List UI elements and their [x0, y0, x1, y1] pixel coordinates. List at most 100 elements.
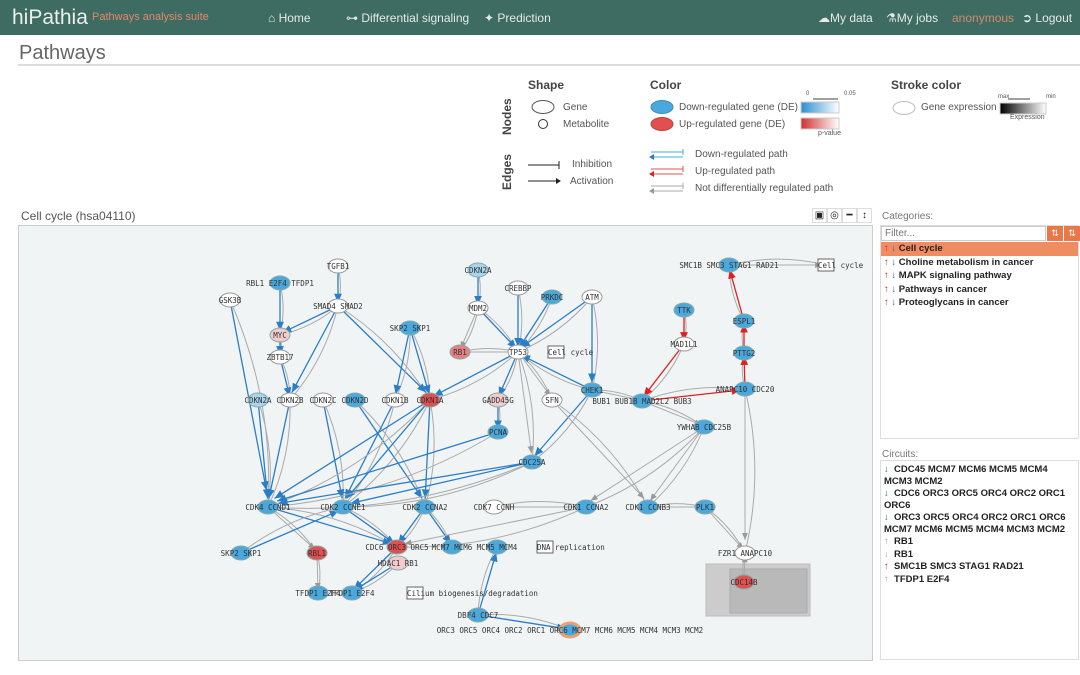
graph-node[interactable]: YWHAB CDC25B: [677, 419, 732, 435]
graph-node[interactable]: CDKN2A: [244, 392, 272, 408]
graph-node[interactable]: MCM5 MCM4: [477, 539, 518, 555]
circuit-item[interactable]: ↓ RB1: [884, 549, 1075, 561]
graph-node[interactable]: BUB1 BUB1B MAD2L2 BUB3: [592, 393, 692, 409]
user-name[interactable]: anonymous: [952, 11, 1014, 25]
nav-logout[interactable]: ➲ Logout: [1022, 11, 1072, 25]
graph-edge[interactable]: [277, 431, 499, 503]
graph-node[interactable]: CDK2 CCNA2: [402, 499, 448, 515]
graph-node[interactable]: CDK1 CCNA2: [563, 499, 609, 515]
circuit-item[interactable]: ↓ CDC6 ORC3 ORC5 ORC4 ORC2 ORC1 ORC6: [884, 488, 1075, 511]
graph-node[interactable]: SKP2 SKP1: [221, 545, 262, 561]
graph-edge[interactable]: [649, 426, 705, 501]
graph-node[interactable]: CDKN1B: [381, 392, 409, 408]
graph-node[interactable]: Cilium biogenesis/degradation: [406, 586, 538, 600]
graph-node[interactable]: ESPL1: [733, 313, 756, 329]
graph-node[interactable]: PLK1: [694, 499, 716, 515]
graph-node[interactable]: FZR1 ANAPC10: [718, 545, 773, 561]
graph-edge[interactable]: [421, 399, 431, 499]
category-item[interactable]: ↑ ↓ Choline metabolism in cancer: [881, 256, 1078, 270]
graph-node[interactable]: CDK2 CCNE1: [320, 499, 366, 515]
graph-node[interactable]: SFN: [541, 392, 563, 408]
nav-prediction[interactable]: ✦ Prediction: [484, 11, 551, 25]
graph-edge[interactable]: [291, 305, 339, 393]
graph-edge[interactable]: [728, 269, 745, 322]
nav-my-data[interactable]: ☁My data: [818, 11, 873, 25]
graph-edge[interactable]: [240, 510, 340, 554]
graph-node[interactable]: CDC6 ORC3 ORC5: [365, 539, 429, 555]
graph-node[interactable]: TP53: [507, 344, 529, 360]
sort-ascending-icon[interactable]: ⇅: [1047, 226, 1063, 241]
graph-node[interactable]: CDC25A: [518, 454, 546, 470]
graph-node[interactable]: CDKN2B: [276, 392, 304, 408]
category-item[interactable]: ↑ ↓ Pathways in cancer: [881, 283, 1078, 297]
graph-node[interactable]: Cell cycle: [547, 345, 594, 359]
sort-alpha-icon[interactable]: ⇅: [1064, 226, 1080, 241]
graph-node[interactable]: TTK: [673, 302, 695, 318]
category-filter-input[interactable]: [881, 226, 1046, 241]
graph-node[interactable]: ANAPC10 CDC20: [716, 381, 775, 397]
graph-edge[interactable]: [477, 552, 498, 616]
graph-edge[interactable]: [518, 296, 553, 348]
category-item[interactable]: ↑ ↓ Cell cycle: [881, 242, 1078, 256]
graph-node[interactable]: DBF4 CDC7: [458, 607, 499, 623]
graph-node[interactable]: CDKN2C: [309, 392, 337, 408]
graph-edge[interactable]: [342, 506, 396, 545]
graph-node[interactable]: PRKDC: [541, 289, 564, 305]
graph-node[interactable]: SKP2 SKP1: [390, 320, 431, 336]
fit-height-icon[interactable]: ↕: [857, 208, 872, 223]
graph-edge[interactable]: [551, 399, 645, 499]
graph-node[interactable]: GSK3B: [219, 292, 242, 308]
fit-width-icon[interactable]: ━: [842, 208, 857, 223]
graph-edge[interactable]: [643, 343, 685, 397]
graph-node[interactable]: CDKN2D: [341, 392, 369, 408]
graph-node[interactable]: TGFB1: [327, 258, 350, 274]
center-icon[interactable]: ◎: [827, 208, 842, 223]
graph-node[interactable]: MDM2: [467, 300, 489, 316]
graph-node[interactable]: MAD1L1: [670, 336, 698, 352]
nav-my-jobs[interactable]: ⚗My jobs: [886, 11, 938, 25]
graph-node[interactable]: MCM7 MCM6: [432, 539, 473, 555]
graph-node[interactable]: TFDP1 E2F4: [329, 585, 375, 601]
graph-node[interactable]: RBL1 E2F4 TFDP1: [246, 275, 314, 291]
graph-edge[interactable]: [337, 305, 427, 393]
graph-edge[interactable]: [590, 426, 705, 502]
brand-logo[interactable]: hiPathia: [12, 6, 88, 30]
graph-node[interactable]: MYC: [269, 327, 291, 343]
image-icon[interactable]: ▣: [812, 208, 827, 223]
circuit-item[interactable]: ↓ CDC45 MCM7 MCM6 MCM5 MCM4 MCM3 MCM2: [884, 464, 1075, 487]
graph-node[interactable]: CDKN1A: [416, 392, 444, 408]
graph-node[interactable]: DNA replication: [536, 540, 605, 554]
graph-node[interactable]: SMC1B SMC3 STAG1 RAD21: [679, 257, 779, 273]
graph-node[interactable]: PTTG2: [733, 345, 756, 361]
graph-node[interactable]: ZBTB17: [266, 349, 294, 365]
nav-home[interactable]: ⌂ Home: [268, 11, 311, 25]
graph-edge[interactable]: [704, 506, 744, 550]
graph-node[interactable]: GADD45G: [482, 392, 514, 408]
graph-node[interactable]: CDK4 CCND1: [245, 499, 291, 515]
graph-edge[interactable]: [278, 461, 533, 506]
category-item[interactable]: ↑ ↓ Proteoglycans in cancer: [881, 296, 1078, 310]
graph-node[interactable]: CDK7 CCNH: [474, 499, 515, 515]
pathway-graph[interactable]: TGFB1 RBL1 E2F4 TFDP1 GSK3B SMAD4 SMAD2 MYC Z…: [18, 225, 873, 661]
circuit-item[interactable]: ↑ RB1: [884, 536, 1075, 548]
pathway-graph-svg[interactable]: TGFB1 RBL1 E2F4 TFDP1 GSK3B SMAD4 SMAD2 MYC Z…: [19, 226, 874, 662]
graph-edge[interactable]: [520, 354, 593, 391]
circuit-item[interactable]: ↑ SMC1B SMC3 STAG1 RAD21: [884, 561, 1075, 573]
graph-node[interactable]: Cell cycle: [817, 258, 864, 272]
graph-edge[interactable]: [350, 461, 533, 506]
graph-node[interactable]: HDAC1 RB1: [378, 555, 419, 571]
circuit-item[interactable]: ↓ ORC3 ORC5 ORC4 ORC2 ORC1 ORC6 MCM7 MCM…: [884, 512, 1075, 535]
circuit-item[interactable]: ↑ TFDP1 E2F4: [884, 574, 1075, 586]
graph-node[interactable]: ATM: [581, 289, 603, 305]
nav-differential-signaling[interactable]: ⊶ Differential signaling: [346, 11, 469, 25]
graph-node[interactable]: RBL1: [306, 545, 328, 561]
graph-node[interactable]: CDK1 CCNB3: [625, 499, 671, 515]
graph-node[interactable]: CDC14B: [730, 574, 758, 590]
graph-node[interactable]: PCNA: [487, 424, 509, 440]
graph-node[interactable]: CREBBP: [504, 280, 532, 296]
graph-node[interactable]: RB1: [449, 344, 471, 360]
graph-node[interactable]: CHEK1: [581, 382, 604, 398]
graph-node[interactable]: CDKN2A: [464, 262, 492, 278]
category-item[interactable]: ↑ ↓ MAPK signaling pathway: [881, 269, 1078, 283]
graph-edge[interactable]: [520, 296, 593, 349]
